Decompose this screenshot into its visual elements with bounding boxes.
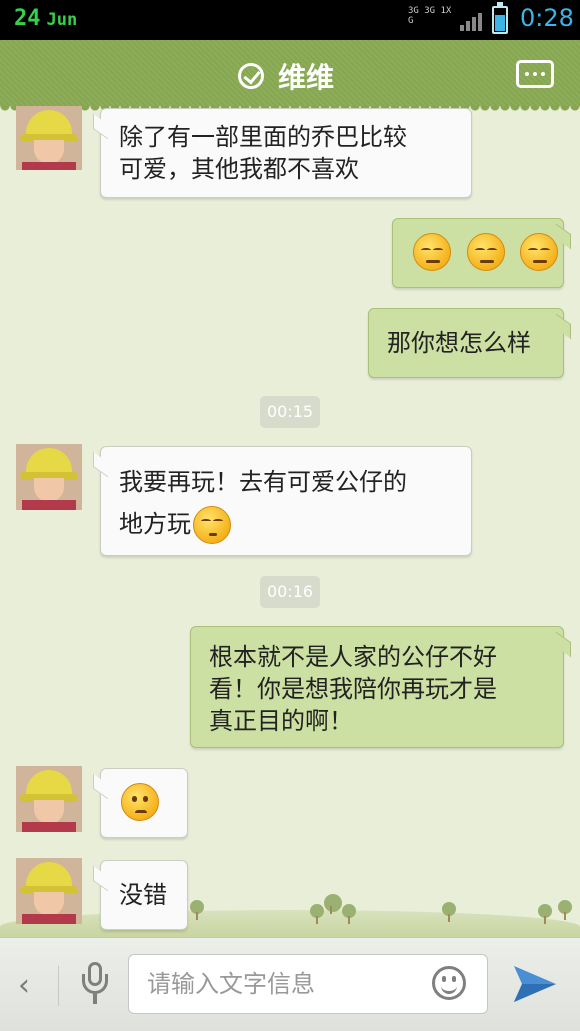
status-date: 24 Jun (14, 6, 77, 31)
more-menu-button[interactable] (516, 60, 554, 88)
message-bubble-received[interactable]: 没错 (100, 860, 188, 930)
message-text: 可爱，其他我都不喜欢 (119, 155, 359, 183)
message-bubble-sent[interactable] (392, 218, 564, 288)
avatar[interactable] (16, 766, 82, 832)
timestamp: 00:16 (260, 576, 320, 608)
signal-icon (460, 11, 484, 31)
confused-emoji-icon (121, 783, 159, 821)
message-bubble-sent[interactable]: 那你想怎么样 (368, 308, 564, 378)
message-bubble-received[interactable]: 我要再玩！去有可爱公仔的 地方玩 (100, 446, 472, 556)
message-text: 看！你是想我陪你再玩才是 (209, 675, 497, 703)
network-indicator: 3G 3G 1X G (408, 6, 452, 26)
message-text: 真正目的啊！ (209, 707, 353, 735)
chat-title-group: 维维 (238, 56, 334, 96)
ground-decoration (0, 910, 580, 938)
avatar[interactable] (16, 106, 82, 170)
status-date-month: Jun (46, 10, 78, 30)
tree-decoration (558, 900, 572, 920)
message-text: 根本就不是人家的公仔不好 (209, 643, 497, 671)
smiley-icon[interactable] (432, 966, 466, 1000)
tree-decoration (310, 904, 324, 924)
message-text: 没错 (119, 881, 167, 909)
battery-icon (492, 2, 508, 34)
status-bar: 24 Jun 3G 3G 1X G 0:28 (0, 0, 580, 40)
tree-decoration (190, 900, 204, 920)
divider (58, 966, 59, 1006)
tree-decoration (538, 904, 552, 924)
chat-title: 维维 (278, 61, 335, 94)
check-circle-icon (238, 63, 264, 89)
microphone-icon[interactable] (80, 962, 110, 1006)
chat-header: 维维 (0, 40, 580, 112)
message-bubble-sent[interactable]: 根本就不是人家的公仔不好 看！你是想我陪你再玩才是 真正目的啊！ (190, 626, 564, 748)
tree-decoration (324, 894, 342, 914)
avatar[interactable] (16, 858, 82, 924)
status-time: 0:28 (520, 4, 574, 32)
sweat-emoji-icon (466, 233, 505, 271)
message-text: 除了有一部里面的乔巴比较 (119, 123, 407, 151)
send-icon[interactable] (512, 962, 558, 1006)
message-bubble-received[interactable]: 除了有一部里面的乔巴比较 可爱，其他我都不喜欢 (100, 108, 472, 198)
message-text: 那你想怎么样 (387, 329, 531, 357)
sweat-emoji-icon (520, 233, 559, 271)
status-date-day: 24 (14, 6, 41, 31)
input-bar: ‹ 请输入文字信息 (0, 937, 580, 1031)
more-icon (525, 72, 529, 76)
sweat-emoji-icon (413, 233, 451, 271)
shy-emoji-icon (193, 506, 231, 544)
message-bubble-received[interactable] (100, 768, 188, 838)
message-text: 我要再玩！去有可爱公仔的 (119, 468, 407, 496)
message-text: 地方玩 (119, 510, 191, 538)
tree-decoration (442, 902, 456, 922)
tree-decoration (342, 904, 356, 924)
avatar[interactable] (16, 444, 82, 510)
timestamp: 00:15 (260, 396, 320, 428)
chevron-left-icon[interactable]: ‹ (18, 968, 30, 1003)
